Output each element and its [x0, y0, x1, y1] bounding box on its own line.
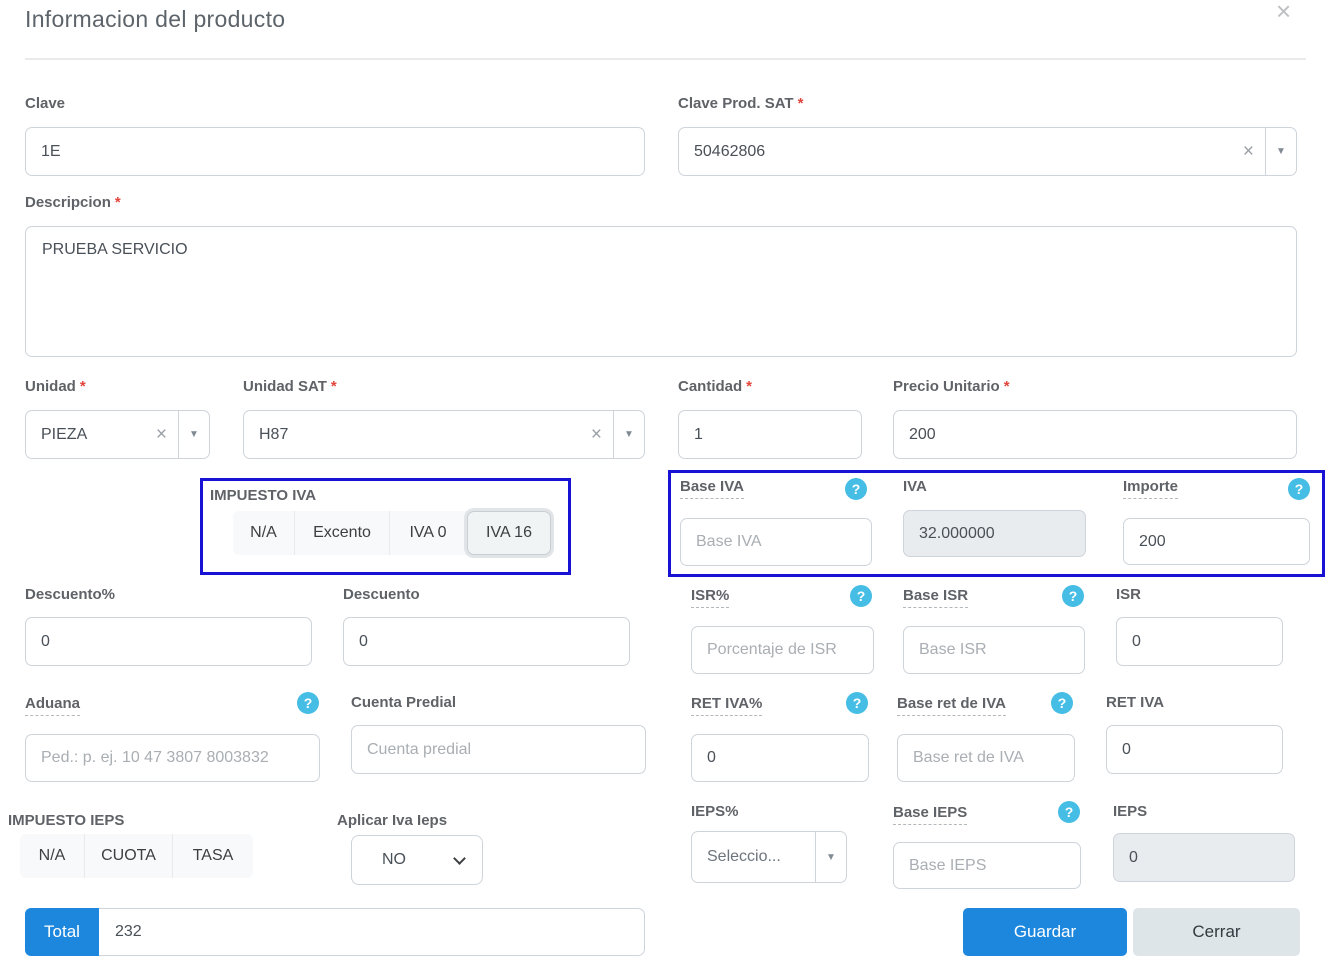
dialog-title: Informacion del producto	[25, 6, 286, 32]
clear-icon[interactable]: ×	[1232, 128, 1265, 175]
cantidad-input[interactable]	[678, 410, 862, 459]
isr-input[interactable]	[1116, 617, 1283, 666]
header-divider	[25, 58, 1306, 60]
product-info-dialog: Informacion del producto × Clave Clave P…	[0, 0, 1331, 972]
isr-pct-help-icon[interactable]: ?	[850, 585, 872, 607]
iva-readonly-input	[903, 510, 1086, 557]
aplicar-iva-ieps-label: Aplicar Iva Ieps	[337, 812, 448, 829]
ieps-option-na[interactable]: N/A	[20, 834, 85, 878]
base-iva-input[interactable]	[680, 518, 872, 566]
importe-input[interactable]	[1123, 518, 1310, 565]
base-isr-help-icon[interactable]: ?	[1062, 585, 1084, 607]
clear-icon[interactable]: ×	[580, 411, 613, 458]
total-input[interactable]	[99, 908, 645, 956]
ret-iva-label: RET IVA	[1106, 694, 1165, 711]
total-group: Total	[25, 908, 645, 956]
base-ieps-input[interactable]	[893, 842, 1081, 889]
base-isr-label: Base ISR	[903, 587, 969, 608]
aplicar-iva-ieps-value: NO	[382, 851, 406, 868]
cantidad-label: Cantidad *	[678, 378, 753, 395]
ret-iva-pct-help-icon[interactable]: ?	[846, 692, 868, 714]
base-ret-iva-label: Base ret de IVA	[897, 695, 1006, 716]
ieps-label: IEPS	[1113, 803, 1148, 820]
base-iva-label: Base IVA	[680, 478, 744, 499]
clave-prod-sat-value: 50462806	[694, 142, 766, 160]
unidad-sat-label: Unidad SAT *	[243, 378, 337, 395]
ieps-option-tasa[interactable]: TASA	[173, 834, 253, 878]
cuenta-predial-input[interactable]	[351, 725, 646, 774]
impuesto-ieps-segmented: N/A CUOTA TASA	[20, 834, 253, 878]
unidad-value: PIEZA	[41, 425, 88, 443]
dropdown-arrow-icon[interactable]: ▼	[178, 411, 209, 458]
ret-iva-input[interactable]	[1106, 725, 1283, 774]
iva-option-iva16[interactable]: IVA 16	[467, 511, 551, 555]
ieps-pct-label: IEPS%	[691, 803, 739, 820]
clave-prod-sat-combo[interactable]: 50462806 × ▼	[678, 127, 1297, 176]
guardar-button[interactable]: Guardar	[963, 908, 1127, 956]
ieps-pct-value: Seleccio...	[707, 848, 781, 865]
chevron-down-icon	[453, 851, 466, 865]
unidad-combo[interactable]: PIEZA × ▼	[25, 410, 210, 459]
ieps-option-cuota[interactable]: CUOTA	[85, 834, 173, 878]
ret-iva-pct-label: RET IVA%	[691, 695, 763, 716]
unidad-sat-value: H87	[259, 425, 289, 443]
aduana-input[interactable]	[25, 734, 320, 782]
ret-iva-pct-input[interactable]	[691, 734, 869, 782]
dropdown-arrow-icon[interactable]: ▼	[613, 411, 644, 458]
unidad-label: Unidad *	[25, 378, 86, 395]
base-ieps-label: Base IEPS	[893, 804, 968, 825]
impuesto-iva-label: IMPUESTO IVA	[210, 487, 317, 504]
clave-prod-sat-label: Clave Prod. SAT *	[678, 95, 804, 112]
importe-label: Importe	[1123, 478, 1179, 499]
precio-unitario-input[interactable]	[893, 410, 1297, 459]
base-iva-help-icon[interactable]: ?	[845, 478, 867, 500]
importe-help-icon[interactable]: ?	[1288, 478, 1310, 500]
descripcion-label: Descripcion *	[25, 194, 121, 211]
base-ret-iva-help-icon[interactable]: ?	[1051, 692, 1073, 714]
clave-input[interactable]	[25, 127, 645, 176]
iva-option-excento[interactable]: Excento	[295, 511, 390, 555]
impuesto-iva-segmented: N/A Excento IVA 0 IVA 16	[233, 511, 551, 555]
dropdown-arrow-icon[interactable]: ▼	[815, 832, 846, 882]
cuenta-predial-label: Cuenta Predial	[351, 694, 457, 711]
unidad-sat-combo[interactable]: H87 × ▼	[243, 410, 645, 459]
base-ieps-help-icon[interactable]: ?	[1058, 801, 1080, 823]
ieps-pct-select[interactable]: Seleccio... ▼	[691, 831, 847, 883]
descuento-input[interactable]	[343, 617, 630, 666]
precio-unitario-label: Precio Unitario *	[893, 378, 1010, 395]
descuento-pct-input[interactable]	[25, 617, 312, 666]
isr-pct-label: ISR%	[691, 587, 730, 608]
isr-pct-input[interactable]	[691, 626, 874, 674]
iva-option-iva0[interactable]: IVA 0	[390, 511, 467, 555]
dropdown-arrow-icon[interactable]: ▼	[1265, 128, 1296, 175]
impuesto-ieps-label: IMPUESTO IEPS	[8, 812, 125, 829]
isr-label: ISR	[1116, 586, 1142, 603]
aplicar-iva-ieps-select[interactable]: NO	[351, 835, 483, 885]
aduana-label: Aduana	[25, 695, 81, 716]
clave-label: Clave	[25, 95, 66, 112]
descripcion-textarea[interactable]: PRUEBA SERVICIO	[25, 226, 1297, 357]
total-badge: Total	[25, 908, 99, 956]
descuento-pct-label: Descuento%	[25, 586, 116, 603]
base-ret-iva-input[interactable]	[897, 734, 1075, 782]
base-isr-input[interactable]	[903, 626, 1085, 674]
iva-option-na[interactable]: N/A	[233, 511, 295, 555]
iva-label: IVA	[903, 478, 927, 495]
aduana-help-icon[interactable]: ?	[297, 692, 319, 714]
ieps-readonly-input	[1113, 833, 1295, 882]
clear-icon[interactable]: ×	[145, 411, 178, 458]
descuento-label: Descuento	[343, 586, 420, 603]
close-icon[interactable]: ×	[1276, 0, 1291, 24]
cerrar-button[interactable]: Cerrar	[1133, 908, 1300, 956]
